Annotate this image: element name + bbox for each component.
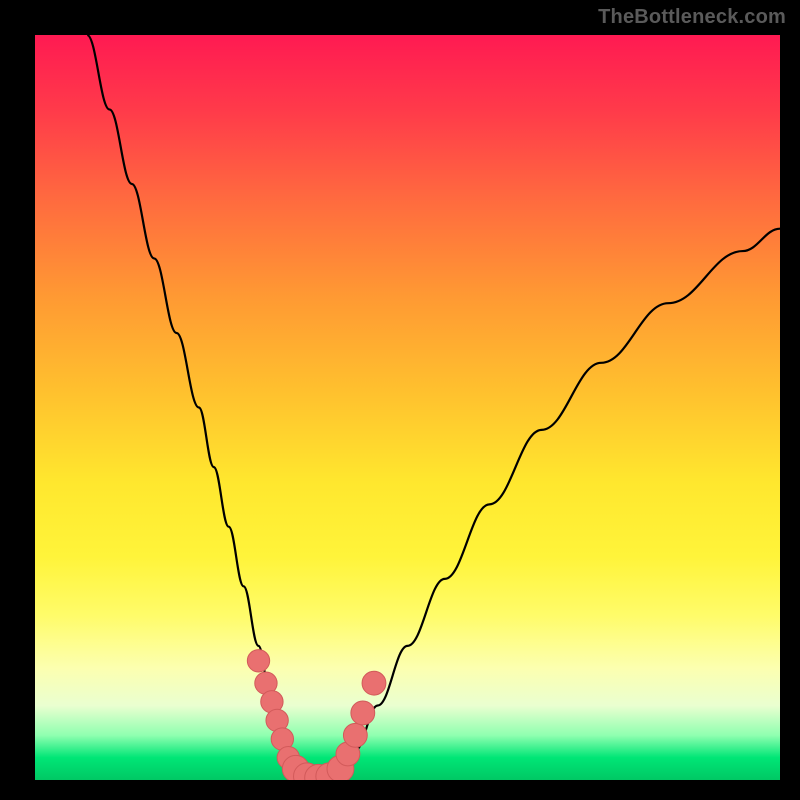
right-curve-path xyxy=(340,229,780,780)
curve-group xyxy=(87,35,780,780)
data-marker xyxy=(351,701,375,725)
marker-group xyxy=(247,650,386,780)
plot-area xyxy=(35,35,780,780)
data-marker xyxy=(362,671,386,695)
watermark-text: TheBottleneck.com xyxy=(598,6,786,29)
data-marker xyxy=(343,723,367,747)
data-marker xyxy=(247,650,269,672)
left-curve-path xyxy=(87,35,303,780)
chart-frame: TheBottleneck.com xyxy=(0,0,800,800)
chart-svg xyxy=(35,35,780,780)
